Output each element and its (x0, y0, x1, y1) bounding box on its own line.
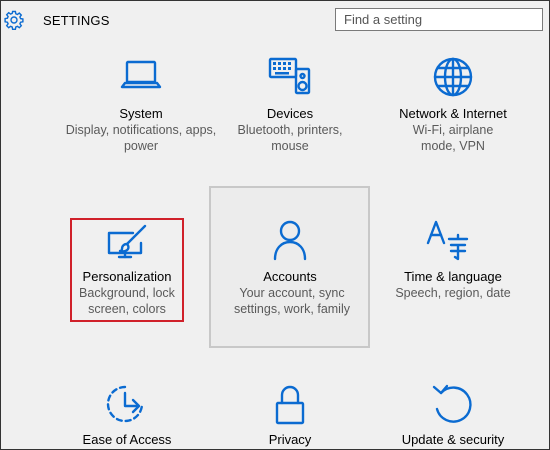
tile-privacy[interactable]: Privacy (210, 381, 370, 449)
tile-devices-label: Devices (266, 106, 314, 121)
tile-system-desc: Display, notifications, apps, power (65, 123, 217, 153)
tile-time-language-label: Time & language (404, 269, 502, 284)
search-input[interactable] (335, 8, 543, 31)
tile-update-security-label: Update & security (401, 432, 505, 447)
tile-devices-desc: Bluetooth, printers, mouse (237, 123, 343, 153)
tile-system-label: System (119, 106, 163, 121)
tile-system[interactable]: System Display, notifications, apps, pow… (61, 56, 221, 166)
tile-network[interactable]: Network & Internet Wi-Fi, airplane mode,… (373, 56, 533, 166)
tile-devices[interactable]: Devices Bluetooth, printers, mouse (210, 56, 370, 166)
tile-ease-of-access-label: Ease of Access (82, 432, 172, 447)
personalization-highlight-box (70, 218, 184, 322)
tile-privacy-label: Privacy (268, 432, 312, 447)
tile-accounts[interactable]: Accounts Your account, sync settings, wo… (210, 219, 370, 329)
tile-network-desc: Wi-Fi, airplane mode, VPN (412, 123, 494, 153)
globe-icon (433, 57, 473, 97)
laptop-icon (120, 60, 162, 89)
tile-accounts-label: Accounts (263, 269, 317, 284)
tile-network-label: Network & Internet (399, 106, 507, 121)
page-title: SETTINGS (43, 13, 110, 28)
settings-window: SETTINGS System Display, notifications, … (0, 0, 550, 450)
time-language-icon (426, 220, 469, 261)
lock-icon (275, 385, 305, 425)
refresh-icon (432, 384, 472, 423)
tile-update-security[interactable]: Update & security (373, 381, 533, 449)
tile-accounts-desc: Your account, sync settings, work, famil… (233, 286, 350, 316)
tile-time-language[interactable]: Time & language Speech, region, date (373, 219, 533, 329)
tile-time-language-desc: Speech, region, date (395, 286, 511, 300)
tile-ease-of-access[interactable]: Ease of Access (47, 381, 207, 449)
keyboard-speaker-icon (268, 57, 311, 95)
gear-icon[interactable] (4, 10, 24, 30)
settings-header: SETTINGS (1, 1, 549, 41)
ease-of-access-icon (106, 385, 144, 423)
person-icon (273, 220, 307, 261)
